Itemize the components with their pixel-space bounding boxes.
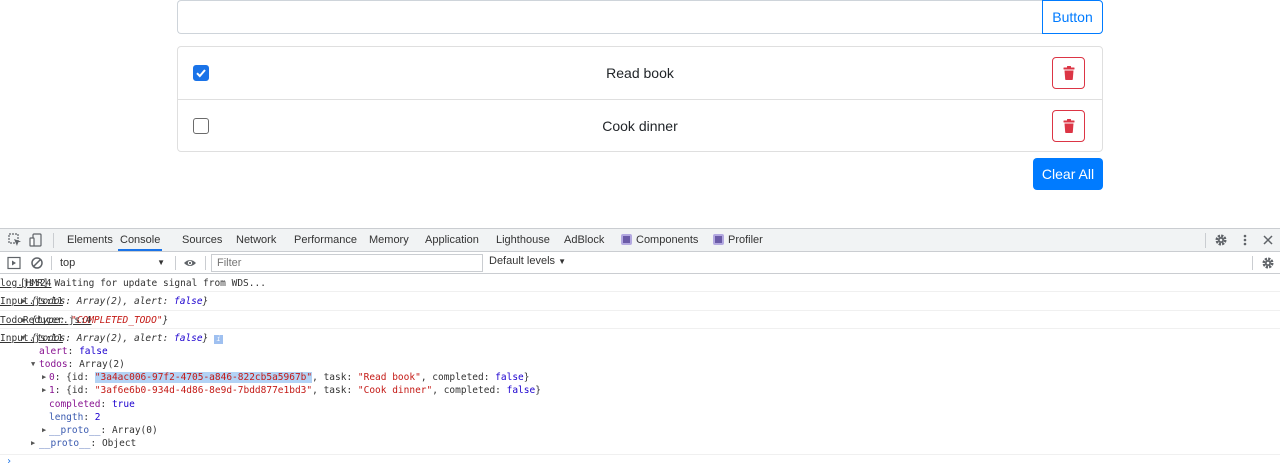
console-prompt-icon[interactable]: › — [6, 455, 12, 463]
trash-icon — [1063, 119, 1074, 133]
console-settings-gear-icon[interactable] — [1261, 256, 1275, 270]
todo-1-task: "Cook dinner" — [357, 385, 433, 396]
clear-all-button[interactable]: Clear All — [1033, 158, 1103, 190]
todo-task-text: Cook dinner — [602, 117, 678, 134]
console-message: ▶ {todos: Array(2), alert: false} Input.… — [0, 292, 1280, 311]
todo-0-task: "Read book" — [357, 372, 421, 383]
tab-performance[interactable]: Performance — [294, 229, 357, 251]
context-select[interactable]: top ▼ — [56, 255, 169, 271]
delete-todo-button[interactable] — [1052, 57, 1085, 89]
todo-checkbox[interactable] — [193, 118, 209, 134]
inspect-element-icon[interactable] — [8, 233, 22, 247]
dropdown-arrow-icon: ▼ — [157, 258, 165, 267]
tab-application[interactable]: Application — [425, 229, 479, 251]
prop-todos-proto[interactable]: __proto__: Array(0) — [49, 424, 158, 437]
source-link[interactable]: Input.js:11 — [0, 332, 1258, 345]
console-output: [HMR] Waiting for update signal from WDS… — [0, 274, 1280, 463]
prop-completed: completed: true — [49, 399, 135, 410]
todos-summary: Array(2) — [79, 359, 125, 370]
tab-elements[interactable]: Elements — [67, 229, 113, 251]
todo-1-entry[interactable]: 1: {id: "3af6e6b0-934d-4d86-8e9d-7bdd877… — [49, 384, 541, 397]
todos-proto-value: Array(0) — [111, 425, 158, 436]
divider — [53, 233, 54, 248]
todo-task-text: Read book — [606, 65, 674, 81]
alert-value: false — [79, 346, 108, 357]
devtools-tab-bar: Elements Console Sources Network Perform… — [0, 229, 1280, 252]
eye-icon[interactable] — [183, 256, 197, 270]
console-message: [HMR] Waiting for update signal from WDS… — [0, 274, 1280, 292]
trash-icon — [1063, 66, 1074, 80]
add-todo-button[interactable]: Button — [1042, 0, 1103, 34]
devtools-panel: Elements Console Sources Network Perform… — [0, 228, 1280, 463]
todo-1-id: "3af6e6b0-934d-4d86-8e9d-7bdd877e1bd3" — [94, 385, 313, 396]
tab-adblock[interactable]: AdBlock — [564, 229, 604, 251]
todo-0-completed: false — [495, 372, 524, 383]
todo-input[interactable] — [177, 0, 1043, 34]
react-icon — [621, 234, 632, 245]
divider — [1252, 256, 1253, 270]
console-toolbar: top ▼ Default levels ▼ — [0, 252, 1280, 274]
tab-sources[interactable]: Sources — [182, 229, 222, 251]
prop-length: length: 2 — [49, 412, 101, 423]
source-link[interactable]: log.js:24 — [0, 277, 1258, 290]
tab-console[interactable]: Console — [118, 229, 163, 251]
more-vertical-icon[interactable] — [1238, 233, 1252, 247]
gear-icon[interactable] — [1214, 233, 1228, 247]
tab-network[interactable]: Network — [236, 229, 276, 251]
expand-triangle-icon[interactable]: ▶ — [42, 373, 46, 381]
tab-profiler[interactable]: Profiler — [713, 229, 763, 251]
todo-checkbox-checked[interactable] — [193, 65, 209, 81]
source-link[interactable]: Input.js:11 — [0, 295, 1258, 308]
tab-memory[interactable]: Memory — [369, 229, 409, 251]
show-sidebar-icon[interactable] — [7, 256, 21, 270]
clear-console-icon[interactable] — [30, 256, 44, 270]
prop-object-proto[interactable]: __proto__: Object — [39, 437, 136, 450]
console-message-expanded: ▼ {todos: Array(2), alert: false} i Inpu… — [0, 329, 1280, 455]
log-levels-label: Default levels — [489, 255, 556, 267]
delete-todo-button[interactable] — [1052, 110, 1085, 142]
check-icon — [196, 69, 206, 78]
source-link[interactable]: TodoReducer.js:4 — [0, 314, 1258, 327]
todo-0-id: "3a4ac006-97f2-4705-a846-822cb5a5967b" — [94, 372, 313, 383]
divider — [205, 256, 206, 270]
todo-0-entry[interactable]: 0: {id: "3a4ac006-97f2-4705-a846-822cb5a… — [49, 371, 530, 384]
close-icon[interactable] — [1261, 233, 1275, 247]
device-toolbar-icon[interactable] — [29, 233, 43, 247]
log-levels-dropdown[interactable]: Default levels ▼ — [489, 255, 566, 267]
todo-app: Button Read book Cook dinner Clear All — [0, 0, 1280, 229]
collapse-triangle-icon[interactable]: ▼ — [31, 360, 35, 368]
expand-triangle-icon[interactable]: ▶ — [42, 386, 46, 394]
filter-input[interactable] — [211, 254, 483, 272]
object-proto-value: Object — [101, 438, 137, 449]
length-value: 2 — [94, 412, 101, 423]
expand-triangle-icon[interactable]: ▶ — [42, 426, 46, 434]
prop-todos[interactable]: todos: Array(2) — [39, 358, 125, 371]
prop-alert: alert: false — [39, 346, 108, 357]
tab-profiler-label: Profiler — [728, 234, 763, 246]
divider — [51, 256, 52, 270]
tab-lighthouse[interactable]: Lighthouse — [496, 229, 550, 251]
console-message: ▶ {type: "COMPLETED_TODO"} TodoReducer.j… — [0, 311, 1280, 329]
divider — [175, 256, 176, 270]
completed-value: true — [111, 399, 135, 410]
react-icon — [713, 234, 724, 245]
dropdown-arrow-icon: ▼ — [558, 257, 567, 266]
todo-list: Read book Cook dinner — [177, 46, 1103, 152]
tab-components-label: Components — [636, 234, 699, 246]
context-select-value: top — [60, 257, 76, 269]
expand-triangle-icon[interactable]: ▶ — [31, 439, 35, 447]
divider — [1205, 233, 1206, 248]
todo-item: Read book — [178, 47, 1102, 99]
todo-item: Cook dinner — [178, 99, 1102, 151]
todo-1-completed: false — [506, 385, 536, 396]
tab-components[interactable]: Components — [621, 229, 698, 251]
